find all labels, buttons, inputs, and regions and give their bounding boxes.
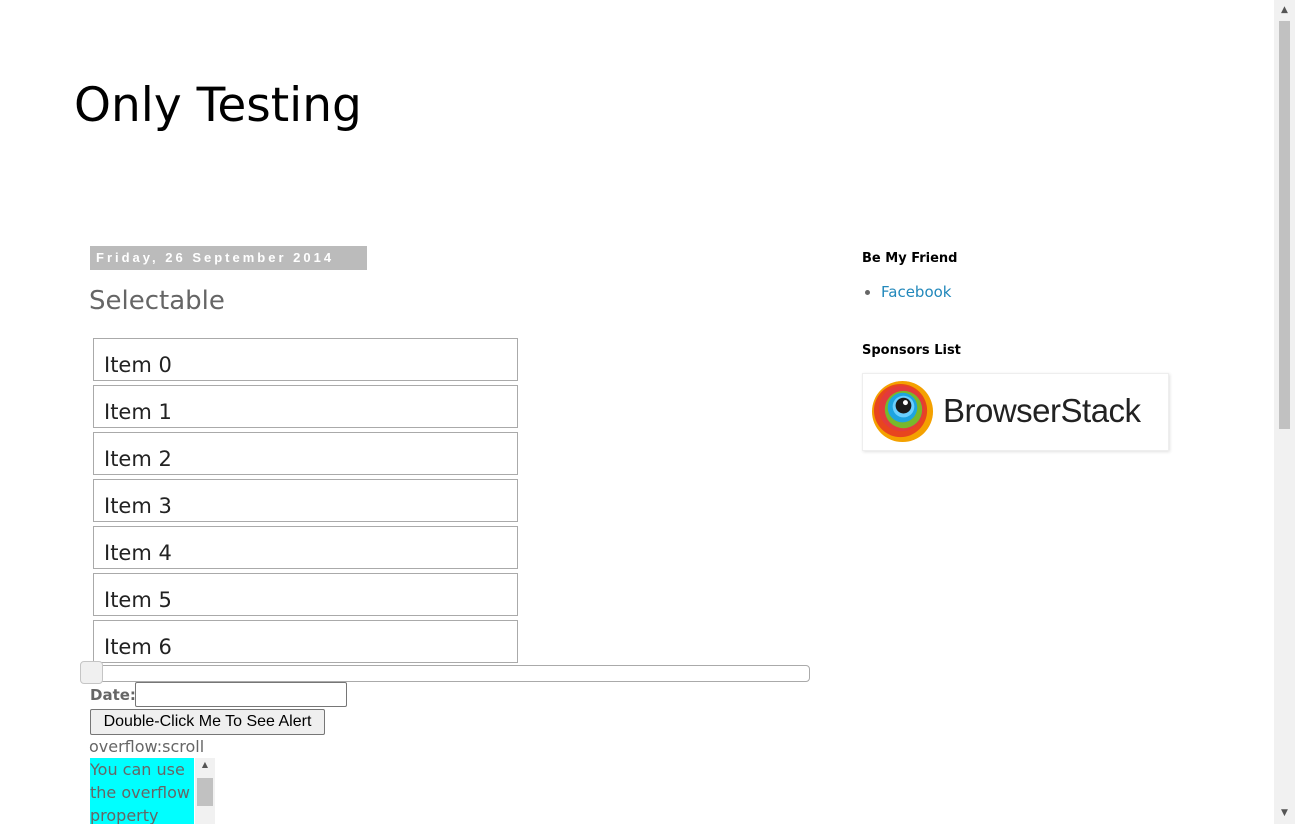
selectable-item[interactable]: Item 2 [93,432,518,475]
selectable-item[interactable]: Item 1 [93,385,518,428]
overflow-scroll-box[interactable]: You can use the overflow property ▲ [90,758,215,824]
post-date-header: Friday, 26 September 2014 [90,246,367,270]
selectable-item[interactable]: Item 0 [93,338,518,381]
browserstack-sponsor-link[interactable]: BrowserStack [862,373,1169,451]
browserstack-logo-icon [871,380,934,443]
post-title[interactable]: Selectable [89,286,225,316]
selectable-item[interactable]: Item 5 [93,573,518,616]
friend-list-item: Facebook [881,283,951,301]
slider-track[interactable] [80,661,810,684]
browserstack-logo-text: BrowserStack [943,392,1141,429]
selectable-item[interactable]: Item 3 [93,479,518,522]
page-scroll-down-icon[interactable]: ▼ [1274,805,1295,822]
date-label: Date: [90,686,136,704]
sponsors-list-heading: Sponsors List [862,343,961,358]
page-scrollbar[interactable]: ▲ ▼ [1274,0,1295,824]
be-my-friend-heading: Be My Friend [862,251,958,266]
scroll-up-arrow-icon[interactable]: ▲ [195,760,215,769]
blog-title[interactable]: Only Testing [74,78,362,133]
slider-handle[interactable] [80,661,103,684]
double-click-alert-button[interactable]: Double-Click Me To See Alert [90,709,325,735]
selectable-list: Item 0 Item 1 Item 2 Item 3 Item 4 Item … [93,338,518,667]
friend-links-list: Facebook [862,283,951,301]
overflow-label: overflow:scroll [89,737,205,756]
selectable-item[interactable]: Item 4 [93,526,518,569]
facebook-link[interactable]: Facebook [881,283,951,301]
overflow-scroll-content: You can use the overflow property [90,758,194,824]
selectable-item[interactable]: Item 6 [93,620,518,663]
overflow-scrollbar[interactable]: ▲ [195,758,215,824]
page-scroll-thumb[interactable] [1279,21,1290,429]
overflow-scroll-thumb[interactable] [197,778,213,806]
page-scroll-up-icon[interactable]: ▲ [1274,2,1295,19]
date-input[interactable] [135,682,347,707]
